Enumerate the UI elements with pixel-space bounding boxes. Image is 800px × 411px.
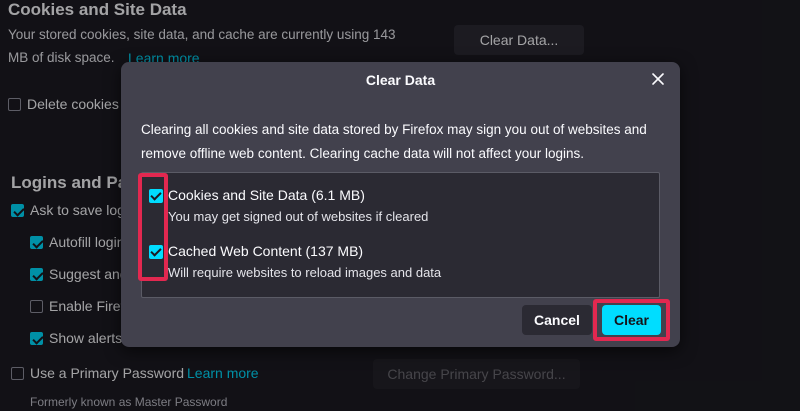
clear-options-list: Cookies and Site Data (6.1 MB) You may g… bbox=[141, 172, 660, 298]
cancel-button[interactable]: Cancel bbox=[522, 305, 592, 335]
cookies-site-data-label: Cookies and Site Data (6.1 MB) bbox=[168, 187, 365, 203]
dialog-title: Clear Data bbox=[365, 72, 436, 88]
cached-web-content-label: Cached Web Content (137 MB) bbox=[168, 243, 364, 259]
cached-web-content-sublabel: Will require websites to reload images a… bbox=[168, 265, 442, 280]
checkbox-highlight-box bbox=[138, 173, 168, 281]
dialog-description: Clearing all cookies and site data store… bbox=[141, 122, 647, 161]
close-icon[interactable] bbox=[648, 69, 668, 89]
clear-button-highlight-box bbox=[593, 299, 670, 341]
cookies-site-data-sublabel: You may get signed out of websites if cl… bbox=[168, 209, 429, 224]
